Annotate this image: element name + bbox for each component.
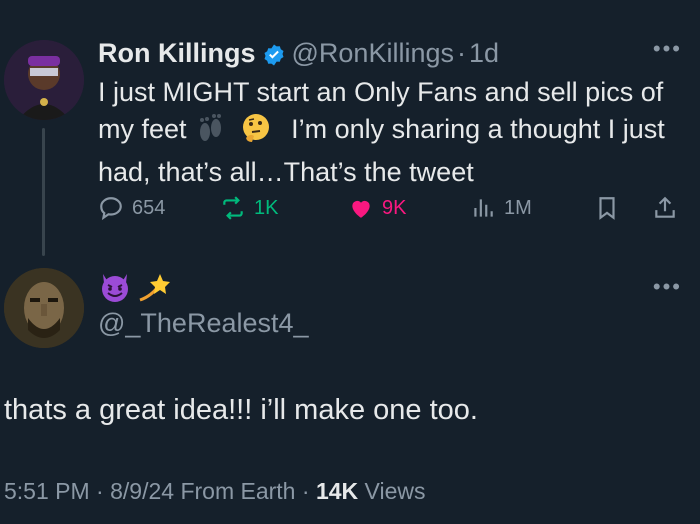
thread-line [42,128,45,256]
repost-count: 1K [254,196,279,219]
thinking-face-emoji [240,112,272,154]
reply-count: 654 [132,196,166,219]
reply-time[interactable]: 5:51 PM [4,478,90,504]
tweet-header: Ron Killings @RonKillings · 1d [98,36,499,70]
dizzy-emoji [136,270,172,309]
author-avatar[interactable] [4,40,84,120]
author-name[interactable]: Ron Killings [98,36,256,70]
reply-author-avatar[interactable] [4,268,84,348]
verified-badge-icon [262,41,286,66]
separator-dot: · [96,478,104,504]
separator-dot: · [456,38,466,68]
smiling-devil-emoji [98,270,132,309]
tweet-text: I just MIGHT start an Only Fans and sell… [98,74,688,191]
footprints-emoji [194,114,226,154]
bookmark-icon [599,197,615,220]
reply-views-count: 14K [315,478,359,504]
reply-views-label: Views [364,478,426,504]
separator-dot: · [301,478,310,504]
views-count: 1M [504,196,532,219]
repost-button[interactable]: 1K [220,190,278,226]
reply-button[interactable]: 654 [98,190,165,226]
repost-icon [223,196,243,220]
more-icon[interactable]: ••• [653,274,682,300]
like-count: 9K [382,196,407,219]
reply-date[interactable]: 8/9/24 [110,478,174,504]
tweet-time[interactable]: 1d [469,36,499,70]
reply-icon [100,197,122,221]
share-button[interactable] [652,190,686,226]
tweet-actions: 654 1K 9K 1M [98,190,688,226]
views-button[interactable]: 1M [470,190,532,226]
reply-text: thats a great idea!!! i’ll make one too. [4,394,478,426]
bookmark-button[interactable] [594,190,628,226]
views-icon [474,199,493,217]
reply-meta: 5:51 PM · 8/9/24 From Earth · 14K Views [4,478,425,505]
like-button[interactable]: 9K [348,190,406,226]
reply-author-handle[interactable]: @_TheRealest4_ [98,308,309,339]
reply-display-name[interactable] [98,270,172,309]
heart-icon [352,200,370,218]
more-icon[interactable]: ••• [653,36,682,62]
author-handle[interactable]: @RonKillings [292,36,454,70]
share-icon [655,196,675,218]
reply-source: From Earth [180,478,296,504]
